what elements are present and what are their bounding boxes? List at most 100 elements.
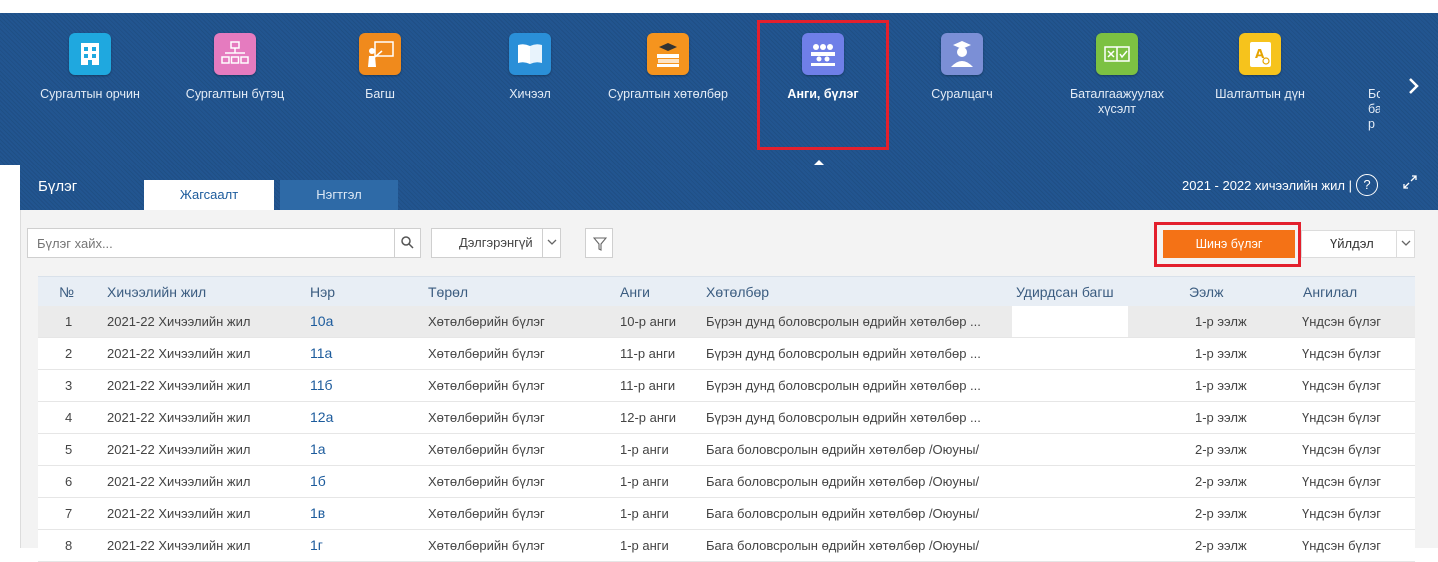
table-body: 1 2021-22 Хичээлийн жил 10а Хөтөлбөрийн бүл… bbox=[38, 306, 1415, 562]
col-shift[interactable]: Ээлж bbox=[1189, 277, 1223, 307]
cell-type: Хөтөлбөрийн бүлэг bbox=[428, 410, 545, 425]
cell-shift: 1-р ээлж bbox=[1195, 314, 1247, 329]
book-icon bbox=[509, 33, 551, 75]
table-row[interactable]: 1 2021-22 Хичээлийн жил 10а Хөтөлбөрийн бүл… bbox=[38, 306, 1415, 338]
cell-shift: 2-р ээлж bbox=[1195, 538, 1247, 553]
cell-name[interactable]: 11а bbox=[310, 338, 410, 369]
cell-no: 3 bbox=[65, 378, 73, 393]
cell-type: Хөтөлбөрийн бүлэг bbox=[428, 474, 545, 489]
cell-shift: 1-р ээлж bbox=[1195, 410, 1247, 425]
cell-program: Бүрэн дунд боловсролын өдрийн хөтөлбөр .… bbox=[706, 346, 981, 361]
search-input[interactable] bbox=[28, 229, 388, 257]
help-icon[interactable]: ? bbox=[1356, 174, 1378, 196]
cell-teacher bbox=[1012, 466, 1128, 497]
cell-name[interactable]: 11б bbox=[310, 370, 410, 401]
nav-item-learning-structure[interactable]: Сургалтын бүтэц bbox=[170, 33, 300, 102]
cell-teacher bbox=[1012, 530, 1128, 561]
group-table: № Хичээлийн жил Нэр Төрөл Анги Хөтөлбөр … bbox=[38, 276, 1415, 562]
col-teacher[interactable]: Удирдсан багш bbox=[1016, 277, 1114, 307]
cell-type: Хөтөлбөрийн бүлэг bbox=[428, 378, 545, 393]
cell-type: Хөтөлбөрийн бүлэг bbox=[428, 314, 545, 329]
table-row[interactable]: 6 2021-22 Хичээлийн жил 1б Хөтөлбөрийн бүлэ… bbox=[38, 466, 1415, 498]
chevron-right-icon[interactable] bbox=[1403, 75, 1425, 105]
panel-title: Бүлэг bbox=[38, 178, 78, 195]
cell-program: Бага боловсролын өдрийн хөтөлбөр /Оюуны/ bbox=[706, 538, 980, 553]
cell-name[interactable]: 1а bbox=[310, 434, 410, 465]
student-icon bbox=[941, 33, 983, 75]
cell-category: Үндсэн бүлэг bbox=[1302, 314, 1381, 329]
nav-label: Баталгаажуулах хүсэлт bbox=[1069, 87, 1165, 116]
cell-program: Бага боловсролын өдрийн хөтөлбөр /Оюуны/ bbox=[706, 474, 980, 489]
cell-teacher bbox=[1012, 338, 1128, 369]
col-type[interactable]: Төрөл bbox=[428, 277, 468, 307]
cell-school-year: 2021-22 Хичээлийн жил bbox=[107, 346, 251, 361]
cell-type: Хөтөлбөрийн бүлэг bbox=[428, 346, 545, 361]
col-category[interactable]: Ангилал bbox=[1303, 277, 1357, 307]
cell-school-year: 2021-22 Хичээлийн жил bbox=[107, 314, 251, 329]
cell-school-year: 2021-22 Хичээлийн жил bbox=[107, 538, 251, 553]
col-name[interactable]: Нэр bbox=[310, 277, 335, 307]
nav-label: Багш bbox=[365, 87, 395, 101]
nav-item-teacher[interactable]: Багш bbox=[315, 33, 445, 102]
action-select[interactable]: Үйлдэл bbox=[1301, 230, 1415, 258]
cell-name[interactable]: 12а bbox=[310, 402, 410, 433]
table-row[interactable]: 2 2021-22 Хичээлийн жил 11а Хөтөлбөрийн бүл… bbox=[38, 338, 1415, 370]
table-header: № Хичээлийн жил Нэр Төрөл Анги Хөтөлбөр … bbox=[38, 276, 1415, 306]
nav-item-exam-grades[interactable]: A Шалгалтын дүн bbox=[1195, 33, 1325, 102]
nav-item-curriculum[interactable]: Сургалтын хөтөлбөр bbox=[603, 33, 733, 102]
table-row[interactable]: 7 2021-22 Хичээлийн жил 1в Хөтөлбөрийн бүлэ… bbox=[38, 498, 1415, 530]
col-grade[interactable]: Анги bbox=[620, 277, 650, 307]
cell-program: Бага боловсролын өдрийн хөтөлбөр /Оюуны/ bbox=[706, 442, 980, 457]
detail-select-value: Дэлгэрэнгүй bbox=[459, 235, 533, 250]
cell-program: Бүрэн дунд боловсролын өдрийн хөтөлбөр .… bbox=[706, 410, 981, 425]
expand-icon[interactable] bbox=[1402, 174, 1418, 195]
cell-no: 1 bbox=[65, 314, 73, 329]
cell-name[interactable]: 10а bbox=[310, 306, 410, 337]
table-row[interactable]: 4 2021-22 Хичээлийн жил 12а Хөтөлбөрийн бүл… bbox=[38, 402, 1415, 434]
col-school-year[interactable]: Хичээлийн жил bbox=[107, 277, 206, 307]
cell-name[interactable]: 1г bbox=[310, 530, 410, 561]
action-select-value: Үйлдэл bbox=[1330, 236, 1374, 251]
col-no[interactable]: № bbox=[59, 277, 74, 307]
nav-label: Сургалтын бүтэц bbox=[185, 87, 285, 101]
cell-category: Үндсэн бүлэг bbox=[1302, 474, 1381, 489]
cell-no: 6 bbox=[65, 474, 73, 489]
nav-item-student[interactable]: Суралцагч bbox=[897, 33, 1027, 102]
top-strip bbox=[0, 0, 1438, 13]
cell-name[interactable]: 1в bbox=[310, 498, 410, 529]
nav-item-report[interactable]: Бог бар bbox=[1320, 33, 1380, 132]
cell-teacher bbox=[1012, 306, 1128, 337]
cell-name[interactable]: 1б bbox=[310, 466, 410, 497]
cell-category: Үндсэн бүлэг bbox=[1302, 378, 1381, 393]
cell-type: Хөтөлбөрийн бүлэг bbox=[428, 538, 545, 553]
nav-item-subject[interactable]: Хичээл bbox=[465, 33, 595, 102]
cell-type: Хөтөлбөрийн бүлэг bbox=[428, 506, 545, 521]
cell-no: 5 bbox=[65, 442, 73, 457]
panel-header: Бүлэг Жагсаалт Нэгтгэл 2021 - 2022 хичээ… bbox=[20, 165, 1438, 210]
group-search bbox=[27, 228, 421, 258]
table-row[interactable]: 8 2021-22 Хичээлийн жил 1г Хөтөлбөрийн бүлэ… bbox=[38, 530, 1415, 562]
nav-item-approval-request[interactable]: Баталгаажуулах хүсэлт bbox=[1052, 33, 1182, 117]
cell-program: Бага боловсролын өдрийн хөтөлбөр /Оюуны/ bbox=[706, 506, 980, 521]
active-module-highlight bbox=[757, 20, 889, 150]
cell-school-year: 2021-22 Хичээлийн жил bbox=[107, 378, 251, 393]
cell-grade: 1-р анги bbox=[620, 506, 669, 521]
new-button-highlight bbox=[1154, 222, 1301, 267]
school-year-label[interactable]: 2021 - 2022 хичээлийн жил | bbox=[1182, 178, 1352, 193]
filter-button[interactable] bbox=[585, 228, 613, 258]
nav-label: Сургалтын орчин bbox=[40, 87, 140, 101]
nav-label: Хичээл bbox=[509, 87, 551, 101]
nav-label: Суралцагч bbox=[931, 87, 993, 101]
col-program[interactable]: Хөтөлбөр bbox=[706, 277, 769, 307]
table-row[interactable]: 5 2021-22 Хичээлийн жил 1а Хөтөлбөрийн бүлэ… bbox=[38, 434, 1415, 466]
search-icon[interactable] bbox=[394, 229, 420, 257]
cell-category: Үндсэн бүлэг bbox=[1302, 346, 1381, 361]
tab-list[interactable]: Жагсаалт bbox=[144, 180, 274, 210]
module-nav: Сургалтын орчин Сургалтын бүтэц Багш Хич… bbox=[0, 13, 1438, 165]
tab-summary[interactable]: Нэгтгэл bbox=[280, 180, 398, 210]
nav-item-learning-environment[interactable]: Сургалтын орчин bbox=[25, 33, 155, 102]
cell-category: Үндсэн бүлэг bbox=[1302, 538, 1381, 553]
table-row[interactable]: 3 2021-22 Хичээлийн жил 11б Хөтөлбөрийн бүл… bbox=[38, 370, 1415, 402]
cell-no: 8 bbox=[65, 538, 73, 553]
detail-select[interactable]: Дэлгэрэнгүй bbox=[431, 228, 561, 258]
